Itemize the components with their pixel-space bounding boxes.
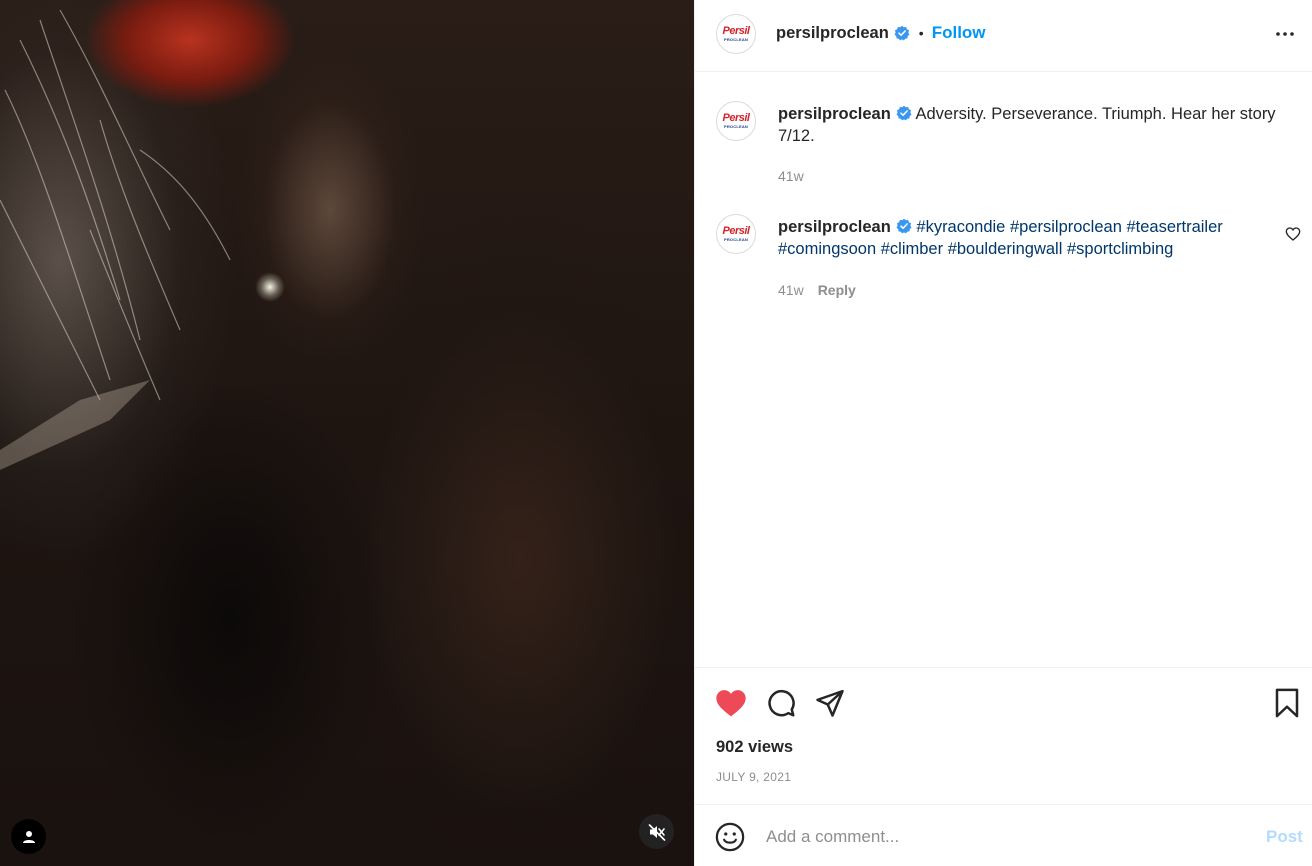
comment-input[interactable] (766, 823, 1236, 851)
verified-badge-icon (896, 105, 912, 121)
header-username[interactable]: persilproclean (776, 24, 889, 43)
video-frame-detail (0, 9, 231, 470)
logo-sub-text: PROCLEAN (723, 124, 749, 129)
comment-username[interactable]: persilproclean (778, 218, 891, 236)
separator-dot: • (918, 25, 924, 41)
logo-brand-text: Persil (722, 25, 750, 37)
logo-sub-text: PROCLEAN (723, 37, 749, 42)
logo-brand-text: Persil (722, 225, 750, 237)
avatar[interactable]: Persil PROCLEAN (716, 214, 756, 254)
more-horizontal-icon[interactable] (1273, 22, 1297, 46)
speaker-muted-icon (648, 823, 665, 841)
mute-toggle-button[interactable] (639, 814, 674, 849)
like-comment-heart-icon[interactable] (1285, 226, 1301, 242)
logo-sub-text: PROCLEAN (723, 237, 749, 242)
comment-bubble-icon (768, 689, 795, 717)
caption-age[interactable]: 41w (778, 168, 804, 184)
comment-meta: 41w Reply (778, 282, 856, 298)
add-comment-bar: Post (695, 804, 1312, 866)
like-button[interactable] (714, 686, 748, 720)
post-details-panel: Persil PROCLEAN persilproclean • Follow … (694, 0, 1312, 866)
caption-text: persilproclean Adversity. Perseverance. … (778, 103, 1293, 147)
reply-button[interactable]: Reply (818, 282, 856, 298)
post-actions: 902 views JULY 9, 2021 (695, 667, 1312, 804)
comment-item: Persil PROCLEAN persilproclean #kyracond… (695, 214, 1312, 314)
post-date[interactable]: JULY 9, 2021 (716, 770, 791, 784)
light-glint (255, 272, 285, 302)
post-caption: Persil PROCLEAN persilproclean Adversity… (695, 100, 1312, 200)
view-count[interactable]: 902 views (716, 738, 793, 757)
hashtag-link[interactable]: #persilproclean (1010, 218, 1122, 236)
verified-badge-icon (896, 218, 912, 234)
comment-text: persilproclean #kyracondie #persilprocle… (778, 216, 1258, 260)
caption-username[interactable]: persilproclean (778, 105, 891, 123)
post-header: Persil PROCLEAN persilproclean • Follow (695, 0, 1312, 72)
comment-age[interactable]: 41w (778, 282, 804, 298)
logo-brand-text: Persil (722, 112, 750, 124)
hashtag-link[interactable]: #boulderingwall (948, 240, 1063, 258)
caption-meta: 41w (778, 168, 804, 184)
emoji-icon[interactable] (715, 822, 745, 852)
avatar[interactable]: Persil PROCLEAN (716, 101, 756, 141)
hashtag-link[interactable]: #kyracondie (916, 218, 1005, 236)
hashtag-link[interactable]: #climber (881, 240, 943, 258)
hashtag-link[interactable]: #comingsoon (778, 240, 876, 258)
share-button[interactable] (813, 686, 847, 720)
comment-button[interactable] (764, 686, 798, 720)
bookmark-icon (1275, 688, 1299, 718)
heart-filled-icon (716, 690, 746, 717)
verified-badge-icon (894, 25, 910, 41)
avatar[interactable]: Persil PROCLEAN (716, 14, 756, 54)
hashtag-link[interactable]: #teasertrailer (1126, 218, 1222, 236)
tagged-users-button[interactable] (11, 819, 46, 854)
paper-plane-icon (816, 689, 844, 717)
user-icon (22, 830, 35, 843)
save-button[interactable] (1270, 686, 1304, 720)
follow-button[interactable]: Follow (932, 23, 986, 43)
post-button[interactable]: Post (1266, 827, 1303, 847)
post-video[interactable] (0, 0, 694, 866)
hashtag-link[interactable]: #sportclimbing (1067, 240, 1173, 258)
